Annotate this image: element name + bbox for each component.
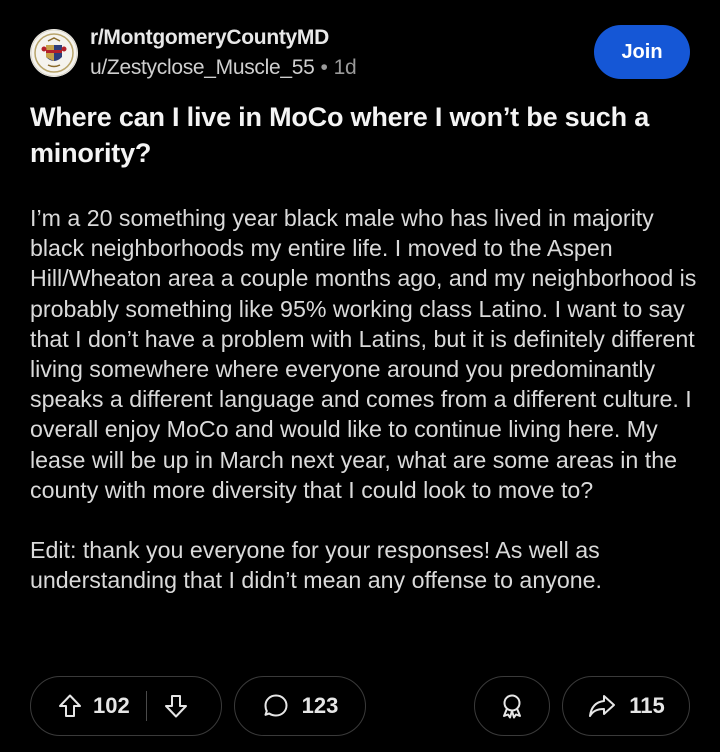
join-button[interactable]: Join — [594, 25, 690, 79]
post-meta: r/MontgomeryCountyMD u/Zestyclose_Muscle… — [90, 25, 357, 83]
upvote-count: 102 — [93, 693, 130, 718]
subreddit-avatar[interactable] — [30, 29, 78, 77]
comment-count: 123 — [301, 693, 339, 718]
downvote-button[interactable] — [163, 693, 189, 719]
post-age: 1d — [333, 56, 357, 79]
post-body: I’m a 20 something year black male who h… — [30, 203, 710, 595]
award-icon — [503, 694, 521, 719]
share-button[interactable]: 115 — [562, 676, 690, 736]
award-button[interactable] — [474, 676, 550, 736]
comment-bubble-icon — [264, 694, 288, 717]
post-header: r/MontgomeryCountyMD u/Zestyclose_Muscle… — [30, 25, 690, 85]
vote-divider — [145, 691, 148, 721]
post-edit-paragraph: Edit: thank you everyone for your respon… — [30, 537, 602, 594]
subreddit-name[interactable]: r/MontgomeryCountyMD — [90, 25, 356, 51]
arrow-up-icon — [59, 694, 81, 717]
author-line: u/Zestyclose_Muscle_55 • 1d — [90, 53, 357, 83]
post-body-paragraph: I’m a 20 something year black male who h… — [30, 205, 697, 503]
share-arrow-icon — [589, 695, 616, 717]
share-count: 115 — [629, 693, 665, 718]
comments-button[interactable]: 123 — [234, 676, 366, 736]
author-name[interactable]: u/Zestyclose_Muscle_55 — [90, 56, 315, 79]
arrow-down-icon — [165, 695, 188, 718]
county-seal-icon — [30, 29, 78, 77]
vote-pill: 102 — [30, 676, 222, 736]
post-title: Where can I live in MoCo where I won’t b… — [30, 102, 650, 168]
action-bar: 102 123 115 — [30, 676, 690, 738]
meta-separator: • — [320, 56, 328, 79]
upvote-button[interactable] — [57, 693, 83, 719]
